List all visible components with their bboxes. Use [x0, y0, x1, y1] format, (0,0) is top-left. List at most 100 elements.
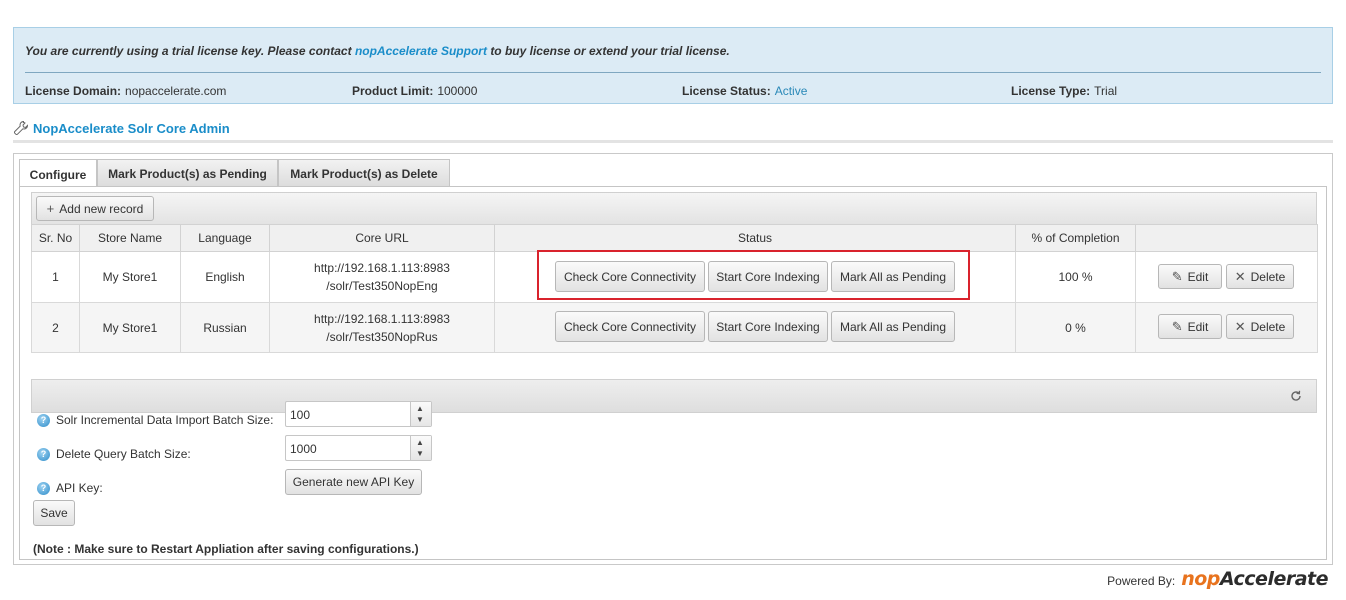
cell-core-url: http://192.168.1.113:8983 /solr/Test350N… [269, 302, 495, 353]
tab-mark-delete[interactable]: Mark Product(s) as Delete [278, 159, 450, 187]
tab-configure[interactable]: Configure [19, 159, 97, 189]
help-icon[interactable]: ? [37, 413, 50, 427]
start-core-indexing-button[interactable]: Start Core Indexing [708, 311, 828, 342]
pencil-icon: ✎ [1171, 318, 1183, 334]
mark-all-as-pending-label: Mark All as Pending [839, 319, 947, 334]
batch-size-input[interactable]: 100 ▲ ▼ [285, 401, 432, 427]
start-core-indexing-button[interactable]: Start Core Indexing [708, 261, 828, 292]
save-button[interactable]: Save [33, 500, 75, 526]
license-message-suffix: to buy license or extend your trial lice… [490, 44, 730, 58]
cell-sr-no: 1 [31, 251, 80, 303]
delete-label: Delete [1250, 269, 1286, 284]
tab-configure-label: Configure [29, 167, 87, 182]
start-core-indexing-label: Start Core Indexing [716, 269, 820, 284]
start-core-indexing-label: Start Core Indexing [716, 319, 820, 334]
chevron-down-icon[interactable]: ▼ [416, 415, 424, 424]
support-link[interactable]: nopAccelerate Support [355, 44, 487, 58]
column-header-store-name[interactable]: Store Name [79, 224, 181, 252]
core-url-line1: http://192.168.1.113:8983 [314, 311, 450, 326]
check-core-connectivity-label: Check Core Connectivity [563, 319, 697, 334]
page-title-text: NopAccelerate Solr Core Admin [33, 121, 230, 136]
edit-button[interactable]: ✎ Edit [1158, 264, 1222, 289]
delete-batch-stepper[interactable]: ▲ ▼ [410, 436, 431, 460]
help-icon[interactable]: ? [37, 447, 50, 461]
page-title: NopAccelerate Solr Core Admin [13, 120, 230, 136]
restart-note: (Note : Make sure to Restart Appliation … [33, 542, 419, 556]
license-status-value: Active [774, 84, 808, 98]
check-core-connectivity-label: Check Core Connectivity [563, 269, 697, 284]
license-domain-value: nopaccelerate.com [125, 84, 227, 98]
license-type-label: License Type: [1011, 84, 1091, 98]
api-key-label: ? API Key: [37, 475, 103, 501]
powered-by-label: Powered By: [1107, 574, 1176, 588]
add-new-record-button[interactable]: + Add new record [36, 196, 154, 221]
batch-size-stepper[interactable]: ▲ ▼ [410, 402, 431, 426]
table-row: 1 My Store1 English http://192.168.1.113… [31, 251, 1318, 303]
check-core-connectivity-button[interactable]: Check Core Connectivity [555, 261, 705, 292]
delete-button[interactable]: ✕ Delete [1226, 314, 1294, 339]
cell-actions: ✎ Edit ✕ Delete [1135, 251, 1318, 303]
tab-mark-pending[interactable]: Mark Product(s) as Pending [97, 159, 278, 187]
api-key-label-text: API Key: [56, 481, 103, 495]
batch-size-label: ? Solr Incremental Data Import Batch Size… [37, 407, 273, 433]
edit-button[interactable]: ✎ Edit [1158, 314, 1222, 339]
configure-tab-content: + Add new record Sr. No Store Name Langua… [19, 186, 1327, 560]
title-divider [13, 140, 1333, 143]
logo-suffix: Accelerate [1219, 568, 1329, 590]
generate-api-key-button[interactable]: Generate new API Key [285, 469, 422, 495]
mark-all-as-pending-button[interactable]: Mark All as Pending [831, 311, 955, 342]
column-header-sr-no[interactable]: Sr. No [31, 224, 80, 252]
refresh-icon[interactable] [1290, 390, 1302, 402]
close-icon: ✕ [1234, 268, 1246, 284]
column-header-core-url[interactable]: Core URL [269, 224, 495, 252]
license-domain-label: License Domain: [25, 84, 122, 98]
chevron-up-icon[interactable]: ▲ [416, 404, 424, 413]
chevron-up-icon[interactable]: ▲ [416, 438, 424, 447]
column-header-status[interactable]: Status [494, 224, 1016, 252]
close-icon: ✕ [1234, 318, 1246, 334]
cell-completion: 0 % [1015, 302, 1136, 353]
batch-size-value: 100 [290, 408, 311, 422]
wrench-icon [13, 120, 29, 136]
mark-all-as-pending-button[interactable]: Mark All as Pending [831, 261, 955, 292]
product-limit-label: Product Limit: [352, 84, 434, 98]
delete-batch-label-text: Delete Query Batch Size: [56, 447, 191, 461]
grid-toolbar: + Add new record [31, 192, 1317, 225]
license-type: License Type: Trial [1011, 84, 1117, 98]
license-message: You are currently using a trial license … [25, 44, 730, 58]
cell-completion: 100 % [1015, 251, 1136, 303]
help-icon[interactable]: ? [37, 481, 50, 495]
edit-label: Edit [1187, 269, 1209, 284]
core-url-line2: /solr/Test350NopEng [326, 279, 438, 293]
mark-all-as-pending-label: Mark All as Pending [839, 269, 947, 284]
column-header-language[interactable]: Language [180, 224, 270, 252]
license-banner: You are currently using a trial license … [13, 27, 1333, 104]
cell-language: Russian [180, 302, 270, 353]
delete-batch-label: ? Delete Query Batch Size: [37, 441, 191, 467]
table-row: 2 My Store1 Russian http://192.168.1.113… [31, 302, 1318, 353]
chevron-down-icon[interactable]: ▼ [416, 449, 424, 458]
powered-by: Powered By: nopAccelerate [1107, 568, 1328, 590]
cell-store-name: My Store1 [79, 302, 181, 353]
license-status: License Status: Active [682, 84, 807, 98]
save-label: Save [40, 506, 68, 520]
tab-mark-delete-label: Mark Product(s) as Delete [290, 166, 438, 181]
table-header-row: Sr. No Store Name Language Core URL Stat… [31, 224, 1318, 252]
license-message-prefix: You are currently using a trial license … [25, 44, 352, 58]
delete-batch-value: 1000 [290, 442, 317, 456]
logo-prefix: nop [1181, 568, 1220, 590]
tab-mark-pending-label: Mark Product(s) as Pending [108, 166, 267, 181]
cell-actions: ✎ Edit ✕ Delete [1135, 302, 1318, 353]
cell-status: Check Core Connectivity Start Core Index… [494, 251, 1016, 303]
check-core-connectivity-button[interactable]: Check Core Connectivity [555, 311, 705, 342]
pencil-icon: ✎ [1171, 268, 1183, 284]
license-type-value: Trial [1094, 84, 1118, 98]
nopaccelerate-logo: nopAccelerate [1181, 568, 1328, 590]
license-domain: License Domain: nopaccelerate.com [25, 84, 226, 98]
column-header-completion[interactable]: % of Completion [1015, 224, 1136, 252]
delete-batch-input[interactable]: 1000 ▲ ▼ [285, 435, 432, 461]
cell-core-url: http://192.168.1.113:8983 /solr/Test350N… [269, 251, 495, 303]
delete-button[interactable]: ✕ Delete [1226, 264, 1294, 289]
cell-language: English [180, 251, 270, 303]
cell-store-name: My Store1 [79, 251, 181, 303]
